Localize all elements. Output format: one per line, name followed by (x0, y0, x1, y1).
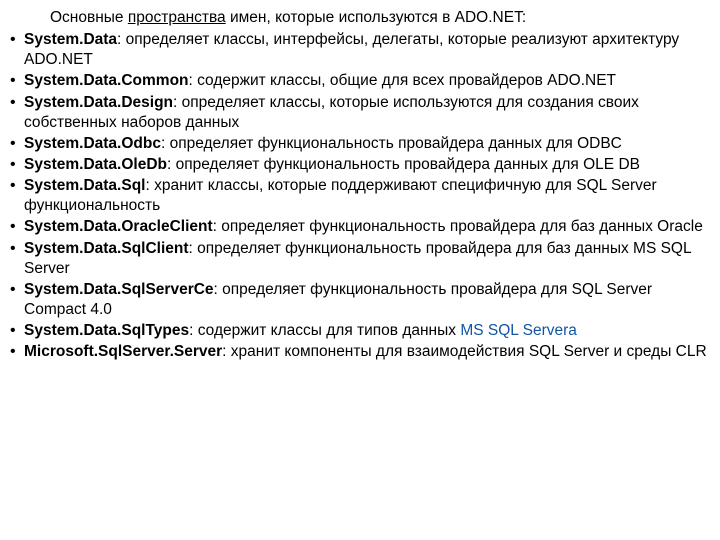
list-item: System.Data.Sql: хранит классы, которые … (8, 176, 708, 216)
namespace-name: System.Data.Common (24, 72, 189, 89)
namespace-name: System.Data.SqlServerCe (24, 281, 214, 298)
ms-sql-link[interactable]: MS SQL Servera (460, 322, 577, 339)
intro-post: имен, которые используются в ADO.NET: (226, 9, 526, 26)
namespace-name: System.Data.Odbc (24, 135, 161, 152)
namespace-desc: : определяет функциональность провайдера… (161, 135, 622, 152)
list-item: System.Data.OleDb: определяет функционал… (8, 155, 708, 175)
intro-line: Основные пространства имен, которые испо… (50, 8, 708, 28)
list-item: System.Data.SqlTypes: содержит классы дл… (8, 321, 708, 341)
namespace-desc: : определяет функциональность провайдера… (213, 218, 703, 235)
list-item: System.Data.SqlClient: определяет функци… (8, 239, 708, 279)
intro-underlined: пространства (128, 9, 226, 26)
namespace-name: System.Data.OleDb (24, 156, 167, 173)
namespace-desc: : определяет функциональность провайдера… (167, 156, 640, 173)
namespace-list: System.Data: определяет классы, интерфей… (8, 30, 708, 362)
list-item: System.Data.SqlServerCe: определяет функ… (8, 280, 708, 320)
namespace-desc: : содержит классы для типов данных (189, 322, 460, 339)
namespace-name: Microsoft.SqlServer.Server (24, 343, 222, 360)
namespace-desc: : хранит компоненты для взаимодействия S… (222, 343, 707, 360)
namespace-name: System.Data.SqlClient (24, 240, 189, 257)
list-item: System.Data.Design: определяет классы, к… (8, 93, 708, 133)
namespace-desc: : содержит классы, общие для всех провай… (189, 72, 617, 89)
list-item: System.Data.Common: содержит классы, общ… (8, 71, 708, 91)
list-item: Microsoft.SqlServer.Server: хранит компо… (8, 342, 708, 362)
namespace-name: System.Data.OracleClient (24, 218, 213, 235)
list-item: System.Data.Odbc: определяет функциональ… (8, 134, 708, 154)
namespace-name: System.Data.Sql (24, 177, 145, 194)
list-item: System.Data: определяет классы, интерфей… (8, 30, 708, 70)
namespace-desc: : определяет классы, интерфейсы, делегат… (24, 31, 679, 68)
namespace-name: System.Data (24, 31, 117, 48)
intro-pre: Основные (50, 9, 128, 26)
namespace-name: System.Data.Design (24, 94, 173, 111)
namespace-name: System.Data.SqlTypes (24, 322, 189, 339)
list-item: System.Data.OracleClient: определяет фун… (8, 217, 708, 237)
